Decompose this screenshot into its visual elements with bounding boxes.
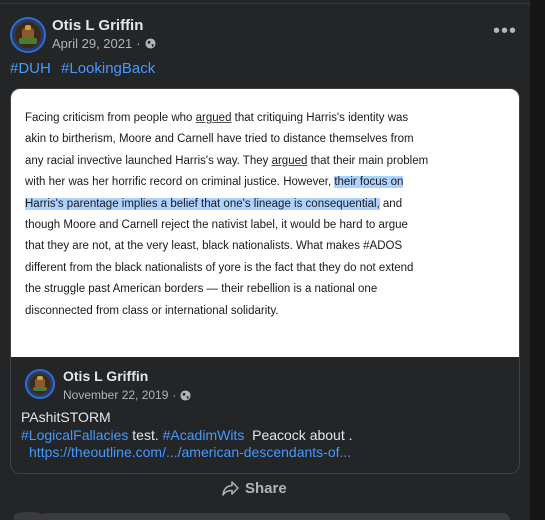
excerpt-line: that they are not, at the very least, bl… xyxy=(25,239,402,253)
highlighted-text: Harris's parentage implies a belief that… xyxy=(25,197,380,210)
hashtag-link[interactable]: #LogicalFallacies xyxy=(21,427,128,443)
excerpt-line: disconnected from class or international… xyxy=(25,304,279,318)
post-date[interactable]: April 29, 2021 xyxy=(52,36,132,51)
hashtag-link[interactable]: #DUH xyxy=(10,60,51,77)
excerpt-line: any racial invective launched Harris's w… xyxy=(25,154,428,168)
author-avatar[interactable] xyxy=(10,17,46,53)
shared-post-body: #LogicalFallacies test. #AcadimWits Peac… xyxy=(21,427,353,443)
excerpt-line: Harris's parentage implies a belief that… xyxy=(25,197,402,211)
excerpt-line: the struggle past American borders — the… xyxy=(25,282,377,296)
highlighted-text: their focus on xyxy=(334,176,404,189)
excerpt-text: that they are not, at the very least, bl… xyxy=(25,240,403,253)
excerpt-text: with her was her horrific record on crim… xyxy=(25,176,335,189)
excerpt-line: with her was her horrific record on crim… xyxy=(25,175,404,189)
underlined-text: argued xyxy=(195,112,232,124)
share-arrow-icon xyxy=(222,481,239,496)
comment-input[interactable] xyxy=(40,513,510,520)
shared-post-text: PAshitSTORM xyxy=(21,409,111,425)
shared-post-meta: November 22, 2019 · xyxy=(63,388,191,402)
hashtags: #DUH #LookingBack xyxy=(10,60,161,77)
excerpt-text: disconnected from class or international… xyxy=(25,304,279,317)
shared-author-name[interactable]: Otis L Griffin xyxy=(63,368,148,384)
divider xyxy=(0,3,530,4)
author-name[interactable]: Otis L Griffin xyxy=(52,17,143,34)
excerpt-text: akin to birtherism, Moore and Carnell ha… xyxy=(25,133,414,146)
globe-icon[interactable] xyxy=(145,38,156,49)
body-text: test. xyxy=(128,427,163,443)
shared-post-card[interactable]: Facing criticism from people who argued … xyxy=(10,88,520,474)
excerpt-image[interactable]: Facing criticism from people who argued … xyxy=(11,89,519,357)
shared-post-date[interactable]: November 22, 2019 xyxy=(63,388,168,402)
meta-separator: · xyxy=(172,388,177,402)
excerpt-line: though Moore and Carnell reject the nati… xyxy=(25,218,408,232)
excerpt-text: and xyxy=(379,197,403,210)
excerpt-line: akin to birtherism, Moore and Carnell ha… xyxy=(25,132,414,146)
excerpt-text: Facing criticism from people who xyxy=(25,112,196,124)
excerpt-text: though Moore and Carnell reject the nati… xyxy=(25,219,408,231)
meta-separator: · xyxy=(136,36,141,51)
excerpt-text: that critiquing Harris's identity was xyxy=(231,112,409,124)
share-label: Share xyxy=(245,480,287,497)
excerpt-text: any racial invective launched Harris's w… xyxy=(25,154,272,167)
hashtag-link[interactable]: #AcadimWits xyxy=(163,427,245,443)
globe-icon[interactable] xyxy=(180,389,191,401)
hashtag-link[interactable]: #LookingBack xyxy=(61,60,155,77)
excerpt-line: Facing criticism from people who argued … xyxy=(25,111,408,125)
post-meta: April 29, 2021 · xyxy=(52,36,156,51)
shared-author-avatar[interactable] xyxy=(25,369,55,399)
excerpt-text: the struggle past American borders — the… xyxy=(25,283,378,296)
scrollbar-track[interactable] xyxy=(530,0,545,520)
body-text: Peacock about . xyxy=(244,427,353,443)
excerpt-text: different from the black nationalists of… xyxy=(25,261,414,274)
excerpt-text: that their main problem xyxy=(307,154,429,167)
article-link[interactable]: https://theoutline.com/.../american-desc… xyxy=(29,444,351,460)
underlined-text: argued xyxy=(271,154,308,167)
excerpt-line: different from the black nationalists of… xyxy=(25,261,413,275)
post-card: Otis L Griffin April 29, 2021 · ••• #DUH… xyxy=(0,0,530,520)
share-button[interactable]: Share xyxy=(222,480,287,497)
more-options-icon[interactable]: ••• xyxy=(493,21,517,41)
